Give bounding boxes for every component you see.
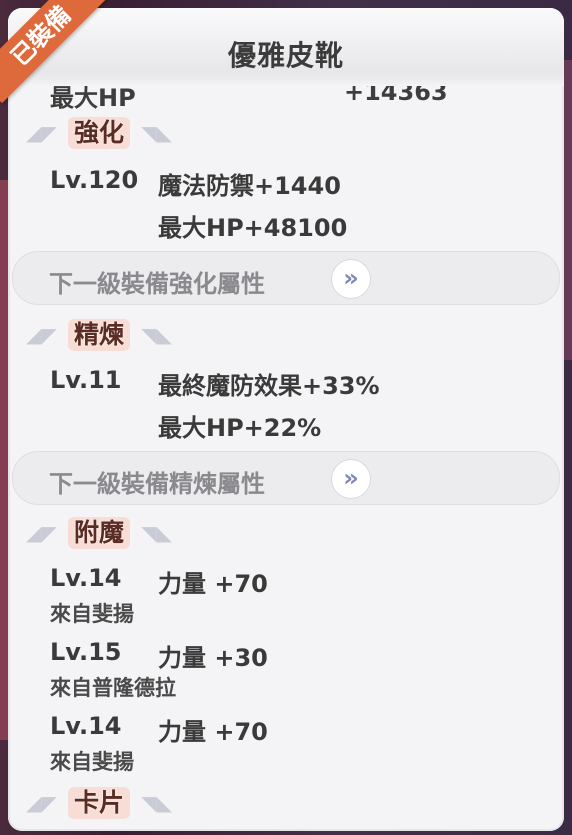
next-enhance-label: 下一級裝備強化屬性 [49, 270, 265, 298]
item-title: 優雅皮靴 [227, 39, 344, 72]
enchant-level-3: Lv.14 [50, 712, 122, 740]
refine-level: Lv.11 [50, 366, 122, 394]
wing-left-icon: ◢◤ [26, 323, 57, 347]
item-detail-panel: 優雅皮靴 最大HP +14363 ◢◤ 強化 ◢◤ Lv.120 魔法防禦+14… [8, 8, 564, 831]
wing-right-icon: ◢◤ [141, 121, 173, 145]
refine-stat-2: 最大HP+22% [158, 414, 322, 442]
wing-left-icon: ◢◤ [26, 521, 57, 545]
enhance-stat-2: 最大HP+48100 [158, 214, 348, 242]
next-enhance-button[interactable]: 下一級裝備強化屬性 » [12, 251, 560, 305]
wing-right-icon: ◢◤ [141, 791, 173, 815]
enchant-source-3: 來自斐揚 [50, 750, 134, 774]
enchant-title: 附魔 [68, 517, 131, 549]
enchant-source-1: 來自斐揚 [50, 602, 134, 626]
card-title: 卡片 [68, 787, 131, 819]
wing-left-icon: ◢◤ [26, 121, 57, 145]
enchant-stat-3: 力量 +70 [158, 718, 268, 746]
wing-right-icon: ◢◤ [141, 521, 173, 545]
title-bar: 優雅皮靴 [8, 8, 564, 86]
enhance-title: 強化 [68, 117, 131, 149]
double-chevron-right-icon[interactable]: » [331, 259, 371, 299]
enhance-stat-1: 魔法防禦+1440 [158, 172, 341, 200]
enchant-stat-1: 力量 +70 [158, 570, 268, 598]
enchant-level-1: Lv.14 [50, 564, 122, 592]
wing-right-icon: ◢◤ [141, 323, 173, 347]
refine-header: ◢◤ 精煉 ◢◤ [26, 318, 172, 352]
card-header: ◢◤ 卡片 ◢◤ [26, 786, 172, 820]
enhance-header: ◢◤ 強化 ◢◤ [26, 116, 172, 150]
enchant-header: ◢◤ 附魔 ◢◤ [26, 516, 172, 550]
refine-stat-1: 最終魔防效果+33% [158, 372, 380, 400]
enhance-level: Lv.120 [50, 166, 139, 194]
refine-title: 精煉 [68, 319, 131, 351]
wing-left-icon: ◢◤ [26, 791, 57, 815]
next-refine-label: 下一級裝備精煉屬性 [49, 470, 265, 498]
enchant-level-2: Lv.15 [50, 638, 122, 666]
next-refine-button[interactable]: 下一級裝備精煉屬性 » [12, 451, 560, 505]
enchant-source-2: 來自普隆德拉 [50, 676, 176, 700]
base-stat-label: 最大HP [50, 84, 136, 112]
double-chevron-right-icon[interactable]: » [331, 459, 371, 499]
enchant-stat-2: 力量 +30 [158, 644, 268, 672]
